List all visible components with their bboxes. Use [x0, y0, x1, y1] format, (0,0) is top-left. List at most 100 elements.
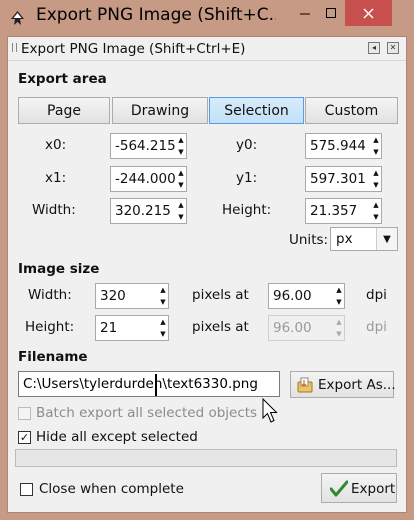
image-width-stepper[interactable]: ▲ ▼ — [158, 284, 168, 308]
spin-down-icon[interactable]: ▼ — [334, 296, 344, 308]
y0-input[interactable] — [306, 134, 371, 158]
width-dpi-input[interactable] — [269, 284, 334, 308]
x0-label: x0: — [45, 137, 67, 153]
area-width-label: Width: — [32, 202, 76, 218]
dock-close-button[interactable]: ✕ — [387, 42, 399, 54]
tab-page[interactable]: Page — [18, 97, 110, 124]
image-height-input[interactable] — [96, 316, 158, 340]
area-width-input[interactable] — [111, 199, 176, 223]
x1-input[interactable] — [111, 167, 176, 191]
dialog-window: Export PNG Image (Shift+C... Export PNG … — [0, 0, 414, 520]
image-height-spinbox[interactable]: ▲▼ — [95, 315, 169, 341]
tab-selection[interactable]: Selection — [209, 97, 304, 124]
close-when-complete-label[interactable]: Close when complete — [39, 481, 184, 497]
x1-label: x1: — [45, 170, 67, 186]
text-caret — [155, 374, 157, 396]
spin-down-icon[interactable]: ▼ — [371, 179, 381, 191]
area-height-input[interactable] — [306, 199, 371, 223]
area-width-spinbox[interactable]: ▲▼ — [110, 198, 187, 224]
dock-grip-handle[interactable] — [12, 43, 17, 52]
spin-up-icon[interactable]: ▲ — [158, 284, 168, 296]
spin-down-icon[interactable]: ▼ — [176, 146, 186, 158]
height-pixels-at-label: pixels at — [192, 319, 249, 335]
title-bar[interactable]: Export PNG Image (Shift+C... — [0, 0, 414, 36]
area-height-label: Height: — [222, 202, 272, 218]
maximize-button[interactable] — [318, 0, 344, 26]
width-pixels-at-label: pixels at — [192, 287, 249, 303]
dock-header: Export PNG Image (Shift+Ctrl+E) ◂ ✕ — [8, 37, 406, 61]
hide-all-checkbox[interactable]: ✓ — [18, 431, 31, 444]
width-dpi-stepper[interactable]: ▲ ▼ — [334, 284, 344, 308]
spin-up-icon[interactable]: ▲ — [176, 199, 186, 211]
y0-stepper[interactable]: ▲ ▼ — [371, 134, 381, 158]
image-width-input[interactable] — [96, 284, 158, 308]
batch-export-checkbox — [18, 407, 31, 420]
x0-spinbox[interactable]: ▲▼ — [110, 133, 187, 159]
spin-up-icon[interactable]: ▲ — [176, 134, 186, 146]
spin-up-icon[interactable]: ▲ — [371, 199, 381, 211]
spin-up-icon: ▲ — [336, 317, 342, 326]
y1-stepper[interactable]: ▲ ▼ — [371, 167, 381, 191]
image-height-stepper[interactable]: ▲ ▼ — [158, 316, 168, 340]
x1-spinbox[interactable]: ▲▼ — [110, 166, 187, 192]
export-label: Export — [351, 481, 396, 497]
area-height-spinbox[interactable]: ▲▼ — [305, 198, 382, 224]
iconify-icon: ◂ — [371, 43, 376, 52]
export-as-button[interactable]: Export As... — [290, 371, 396, 398]
export-as-label: Export As... — [318, 377, 396, 393]
export-progress-bar — [15, 449, 397, 467]
export-area-heading: Export area — [18, 71, 107, 87]
area-height-stepper[interactable]: ▲ ▼ — [371, 199, 381, 223]
height-dpi-input — [269, 316, 334, 340]
dock-title: Export PNG Image (Shift+Ctrl+E) — [21, 41, 246, 57]
image-width-spinbox[interactable]: ▲▼ — [95, 283, 169, 309]
chevron-down-icon[interactable]: ▼ — [376, 228, 397, 250]
spin-down-icon[interactable]: ▼ — [158, 296, 168, 308]
filename-heading: Filename — [18, 349, 88, 365]
x1-stepper[interactable]: ▲ ▼ — [176, 167, 186, 191]
spin-down-icon[interactable]: ▼ — [371, 211, 381, 223]
batch-export-label: Batch export all selected objects — [36, 405, 258, 421]
close-when-complete-checkbox[interactable] — [20, 483, 33, 496]
close-icon: ✕ — [389, 43, 397, 52]
spin-down-icon[interactable]: ▼ — [371, 146, 381, 158]
image-height-label: Height: — [25, 319, 75, 335]
y1-spinbox[interactable]: ▲▼ — [305, 166, 382, 192]
y1-input[interactable] — [306, 167, 371, 191]
spin-up-icon[interactable]: ▲ — [371, 167, 381, 179]
spin-up-icon[interactable]: ▲ — [158, 316, 168, 328]
export-button[interactable]: Export — [321, 473, 397, 503]
spin-down-icon[interactable]: ▼ — [176, 211, 186, 223]
image-size-heading: Image size — [18, 261, 100, 277]
spin-down-icon[interactable]: ▼ — [158, 328, 168, 340]
image-width-label: Width: — [28, 287, 72, 303]
dock-iconify-button[interactable]: ◂ — [368, 42, 380, 54]
spin-up-icon[interactable]: ▲ — [176, 167, 186, 179]
tab-custom[interactable]: Custom — [305, 97, 398, 124]
filename-field[interactable] — [18, 371, 280, 397]
x0-input[interactable] — [111, 134, 176, 158]
spin-up-icon[interactable]: ▲ — [334, 284, 344, 296]
close-button[interactable] — [345, 0, 392, 26]
y0-spinbox[interactable]: ▲▼ — [305, 133, 382, 159]
tab-selection-label: Selection — [224, 102, 289, 119]
width-dpi-spinbox[interactable]: ▲▼ — [268, 283, 345, 309]
spin-up-icon[interactable]: ▲ — [371, 134, 381, 146]
height-dpi-label: dpi — [366, 319, 387, 335]
tab-drawing[interactable]: Drawing — [112, 97, 208, 124]
units-dropdown[interactable]: px ▼ — [330, 227, 398, 251]
spin-down-icon[interactable]: ▼ — [176, 179, 186, 191]
tab-page-label: Page — [47, 102, 81, 119]
filename-input[interactable] — [19, 372, 277, 396]
maximize-icon — [326, 8, 336, 18]
height-dpi-stepper: ▲ ▼ — [334, 316, 344, 340]
tab-drawing-label: Drawing — [130, 102, 190, 119]
area-width-stepper[interactable]: ▲ ▼ — [176, 199, 186, 223]
height-dpi-spinbox: ▲▼ — [268, 315, 345, 341]
inkscape-app-icon — [11, 11, 24, 25]
tab-custom-label: Custom — [324, 102, 379, 119]
hide-all-label[interactable]: Hide all except selected — [36, 429, 198, 445]
x0-stepper[interactable]: ▲ ▼ — [176, 134, 186, 158]
y0-label: y0: — [236, 137, 258, 153]
minimize-button[interactable] — [291, 0, 318, 26]
